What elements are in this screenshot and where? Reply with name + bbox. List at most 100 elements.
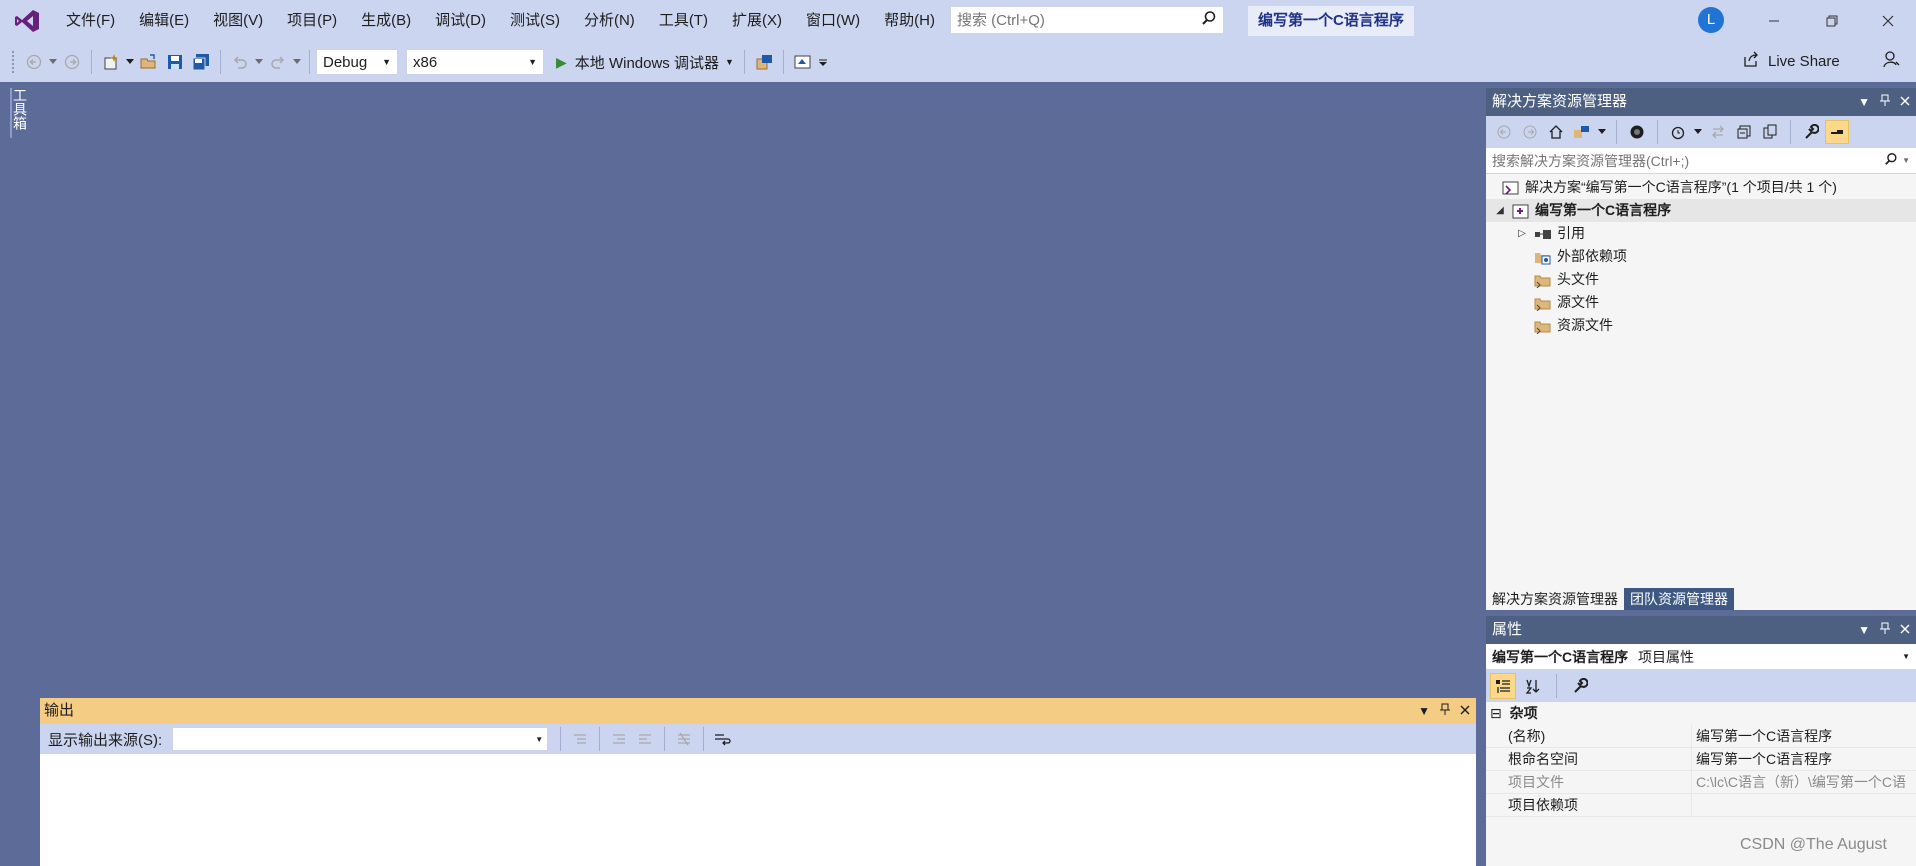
solution-explorer-search-input[interactable] <box>1492 152 1885 169</box>
tree-solution-node[interactable]: 解决方案“编写第一个C语言程序”(1 个项目/共 1 个) <box>1486 176 1916 199</box>
restore-icon[interactable] <box>1804 0 1860 42</box>
property-row[interactable]: (名称) 编写第一个C语言程序 <box>1486 725 1916 748</box>
chevron-down-icon[interactable]: ▼ <box>1902 156 1910 165</box>
chevron-down-icon[interactable]: ▼ <box>1858 616 1870 644</box>
redo-icon[interactable] <box>265 49 291 75</box>
go-to-error-icon[interactable] <box>567 726 593 752</box>
property-row[interactable]: 项目文件 C:\lc\C语言（新）\编写第一个C语 <box>1486 771 1916 794</box>
property-value[interactable]: 编写第一个C语言程序 <box>1692 725 1916 747</box>
tree-external-dependencies-node[interactable]: 外部依赖项 <box>1486 245 1916 268</box>
property-value[interactable]: 编写第一个C语言程序 <box>1692 748 1916 770</box>
feedback-icon[interactable] <box>1882 50 1900 72</box>
property-category[interactable]: ⊟ 杂项 <box>1486 702 1916 725</box>
open-folder-icon[interactable] <box>136 49 162 75</box>
property-row[interactable]: 根命名空间 编写第一个C语言程序 <box>1486 748 1916 771</box>
tree-source-files-node[interactable]: 源文件 <box>1486 291 1916 314</box>
property-value[interactable] <box>1692 794 1916 816</box>
menu-edit[interactable]: 编辑(E) <box>127 0 201 42</box>
save-all-icon[interactable] <box>188 49 214 75</box>
clear-all-icon[interactable] <box>671 726 697 752</box>
global-search-box[interactable] <box>950 6 1224 34</box>
switch-views-icon[interactable] <box>1570 120 1594 144</box>
close-icon[interactable] <box>1900 88 1910 116</box>
show-all-files-icon[interactable] <box>1758 120 1782 144</box>
history-icon[interactable] <box>1666 120 1690 144</box>
preview-selected-items-icon[interactable] <box>1825 120 1849 144</box>
menu-build[interactable]: 生成(B) <box>349 0 423 42</box>
save-icon[interactable] <box>162 49 188 75</box>
find-in-files-icon[interactable] <box>751 49 777 75</box>
chevron-down-icon[interactable] <box>47 49 59 75</box>
menu-test[interactable]: 测试(S) <box>498 0 572 42</box>
tree-project-node[interactable]: ◢ 编写第一个C语言程序 <box>1486 199 1916 222</box>
chevron-down-icon[interactable] <box>291 49 303 75</box>
minimize-icon[interactable] <box>1746 0 1802 42</box>
menu-help[interactable]: 帮助(H) <box>872 0 947 42</box>
previous-message-icon[interactable] <box>606 726 632 752</box>
toolbar-grip[interactable] <box>12 51 15 73</box>
pending-changes-filter-icon[interactable] <box>1625 120 1649 144</box>
properties-object-select[interactable]: 编写第一个C语言程序 项目属性 ▼ <box>1486 644 1916 670</box>
chevron-down-icon[interactable] <box>253 49 265 75</box>
menu-extensions[interactable]: 扩展(X) <box>720 0 794 42</box>
pin-icon[interactable] <box>1880 88 1890 116</box>
chevron-down-icon[interactable] <box>1692 120 1704 144</box>
menu-debug[interactable]: 调试(D) <box>423 0 498 42</box>
solution-explorer-search[interactable]: ▼ <box>1486 148 1916 174</box>
property-row[interactable]: 项目依赖项 <box>1486 794 1916 817</box>
menu-analyze[interactable]: 分析(N) <box>572 0 647 42</box>
user-avatar[interactable]: L <box>1698 7 1724 33</box>
close-icon[interactable] <box>1460 698 1470 724</box>
search-icon[interactable] <box>1201 10 1217 30</box>
search-icon[interactable] <box>1884 152 1898 169</box>
menu-window[interactable]: 窗口(W) <box>794 0 872 42</box>
properties-wrench-icon[interactable] <box>1799 120 1823 144</box>
tree-header-files-node[interactable]: 头文件 <box>1486 268 1916 291</box>
close-window-icon[interactable] <box>1860 0 1916 42</box>
new-project-icon[interactable] <box>98 49 124 75</box>
sync-with-document-icon[interactable] <box>1706 120 1730 144</box>
visual-studio-logo-icon[interactable] <box>0 0 54 42</box>
menu-file[interactable]: 文件(F) <box>54 0 127 42</box>
forward-icon[interactable] <box>1518 120 1542 144</box>
application-insights-icon[interactable] <box>790 49 816 75</box>
undo-icon[interactable] <box>227 49 253 75</box>
back-icon[interactable] <box>1492 120 1516 144</box>
live-share-button[interactable]: Live Share <box>1742 50 1900 72</box>
collapse-all-icon[interactable] <box>1732 120 1756 144</box>
menu-project[interactable]: 项目(P) <box>275 0 349 42</box>
solution-configuration-select[interactable]: Debug ▼ <box>316 49 398 75</box>
collapse-box-icon[interactable]: ⊟ <box>1490 705 1502 721</box>
pin-icon[interactable] <box>1440 698 1450 724</box>
menu-tools[interactable]: 工具(T) <box>647 0 720 42</box>
tree-references-node[interactable]: ▷ 引用 <box>1486 222 1916 245</box>
toolbox-tab[interactable]: 工具箱 <box>10 88 30 138</box>
solution-platform-select[interactable]: x86 ▼ <box>406 49 544 75</box>
collapsed-arrow-icon[interactable]: ▷ <box>1514 222 1530 245</box>
menu-view[interactable]: 视图(V) <box>201 0 275 42</box>
next-message-icon[interactable] <box>632 726 658 752</box>
start-debugging-button[interactable]: ▶ 本地 Windows 调试器 ▼ <box>552 49 738 75</box>
chevron-down-icon[interactable] <box>124 49 136 75</box>
output-source-select[interactable]: ▼ <box>172 727 549 751</box>
chevron-down-icon[interactable] <box>1596 120 1608 144</box>
tab-solution-explorer[interactable]: 解决方案资源管理器 <box>1486 588 1624 610</box>
toolbar-separator <box>220 50 221 74</box>
close-icon[interactable] <box>1900 616 1910 644</box>
tree-resource-files-node[interactable]: 资源文件 <box>1486 314 1916 337</box>
expanded-arrow-icon[interactable]: ◢ <box>1492 199 1508 222</box>
toolbar-overflow-icon[interactable] <box>816 49 830 75</box>
chevron-down-icon[interactable]: ▼ <box>1418 698 1430 724</box>
property-pages-wrench-icon[interactable] <box>1567 673 1593 699</box>
chevron-down-icon[interactable]: ▼ <box>1858 88 1870 116</box>
categorized-icon[interactable] <box>1490 673 1516 699</box>
toggle-word-wrap-icon[interactable] <box>710 726 736 752</box>
tab-team-explorer[interactable]: 团队资源管理器 <box>1624 588 1734 610</box>
navigate-back-icon[interactable] <box>21 49 47 75</box>
references-icon <box>1534 226 1552 242</box>
navigate-forward-icon[interactable] <box>59 49 85 75</box>
global-search-input[interactable] <box>957 11 1201 29</box>
pin-icon[interactable] <box>1880 616 1890 644</box>
home-icon[interactable] <box>1544 120 1568 144</box>
alphabetical-icon[interactable] <box>1520 673 1546 699</box>
